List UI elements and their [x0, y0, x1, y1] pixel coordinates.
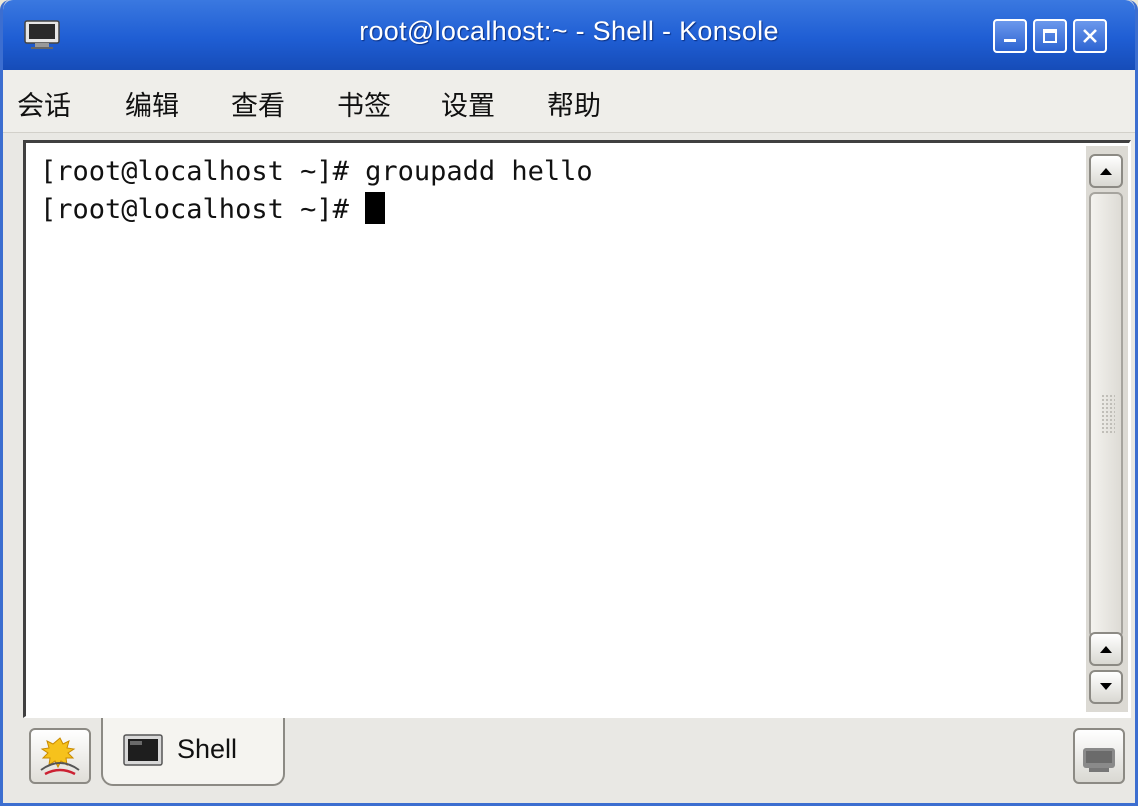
terminal-line: [root@localhost ~]# groupadd hello	[40, 156, 593, 187]
terminal-cursor	[365, 192, 386, 224]
arrow-down-icon	[1091, 672, 1121, 702]
close-button[interactable]	[1073, 19, 1107, 53]
maximize-icon	[1035, 21, 1065, 51]
terminal-area[interactable]: [root@localhost ~]# groupadd hello [root@…	[23, 140, 1131, 718]
konsole-window: root@localhost:~ - Shell - Konsole 会话 编辑…	[0, 0, 1138, 806]
scroll-up-button-bottom[interactable]	[1089, 632, 1123, 666]
scroll-grip[interactable]	[1101, 394, 1115, 434]
minimize-button[interactable]	[993, 19, 1027, 53]
arrow-up-icon	[1091, 156, 1121, 186]
new-session-icon	[40, 737, 80, 776]
close-icon	[1075, 21, 1105, 51]
menu-view[interactable]: 查看	[231, 84, 285, 123]
menu-bookmarks[interactable]: 书签	[337, 84, 391, 123]
tab-label: Shell	[177, 734, 238, 764]
terminal-prompt: [root@localhost ~]#	[40, 194, 366, 225]
menu-bar: 会话 编辑 查看 书签 设置 帮助	[3, 70, 1135, 133]
menu-help[interactable]: 帮助	[547, 84, 601, 123]
terminal-output: [root@localhost ~]# groupadd hello [root@…	[40, 153, 593, 229]
vertical-scrollbar[interactable]	[1086, 146, 1128, 712]
session-tab-bar: Shell	[3, 718, 1135, 803]
menu-edit[interactable]: 编辑	[125, 84, 179, 123]
tab-shell[interactable]: Shell	[101, 718, 285, 786]
close-session-icon	[1083, 748, 1115, 772]
scroll-down-button[interactable]	[1089, 670, 1123, 704]
terminal-prompt-line: [root@localhost ~]#	[40, 191, 593, 229]
close-session-button[interactable]	[1073, 728, 1125, 784]
minimize-icon	[995, 21, 1025, 51]
arrow-up-icon	[1091, 634, 1121, 664]
title-bar[interactable]: root@localhost:~ - Shell - Konsole	[3, 0, 1135, 70]
scroll-track[interactable]	[1089, 192, 1123, 638]
menu-session[interactable]: 会话	[17, 84, 71, 123]
maximize-button[interactable]	[1033, 19, 1067, 53]
window-title: root@localhost:~ - Shell - Konsole	[359, 16, 779, 46]
scroll-up-button[interactable]	[1089, 154, 1123, 188]
menu-settings[interactable]: 设置	[441, 84, 495, 123]
new-session-button[interactable]	[29, 728, 91, 784]
terminal-icon	[123, 734, 163, 766]
